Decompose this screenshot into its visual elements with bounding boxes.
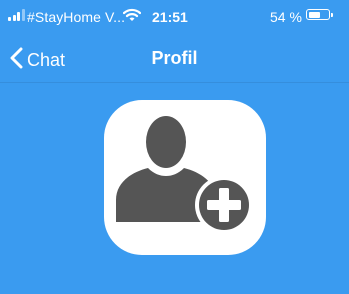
navbar-divider	[0, 82, 349, 83]
page-title: Profil	[151, 48, 198, 68]
carrier-name: #StayHome V...	[27, 9, 126, 25]
wifi-icon	[122, 8, 142, 25]
profile-screen: #StayHome V... 21:51 54 % Chat Profil	[0, 0, 349, 294]
battery-icon	[306, 9, 330, 20]
battery-cap	[331, 13, 333, 17]
add-user-icon	[116, 116, 253, 234]
avatar-add-button[interactable]	[104, 100, 266, 255]
signal-icon	[8, 9, 25, 21]
navigation-bar: Chat Profil	[0, 36, 349, 82]
status-bar: #StayHome V... 21:51 54 %	[0, 0, 349, 36]
battery-percentage: 54 %	[270, 9, 302, 25]
clock-time: 21:51	[152, 9, 188, 25]
